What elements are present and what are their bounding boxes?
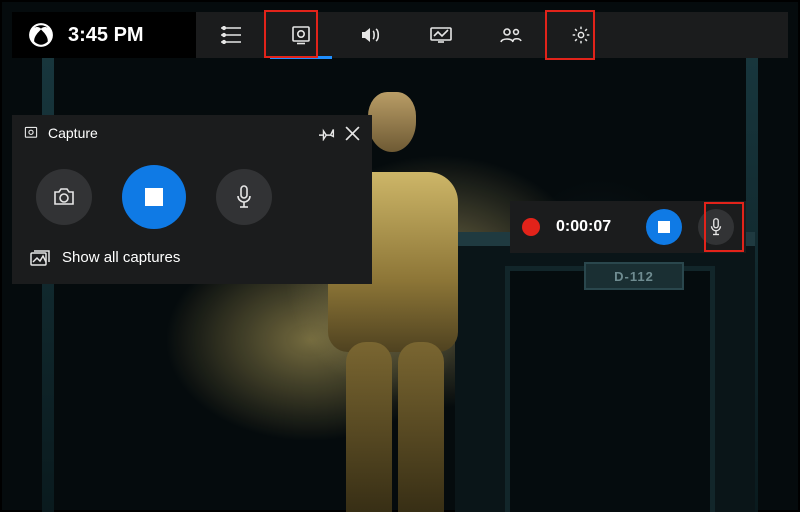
show-all-captures-link[interactable]: Show all captures	[12, 235, 372, 284]
gear-icon	[571, 25, 591, 45]
social-toolbar-button[interactable]	[476, 12, 546, 58]
topbar-icon-row	[196, 12, 616, 58]
recording-timer: 0:00:07	[556, 218, 630, 236]
capture-toolbar-button[interactable]	[266, 12, 336, 58]
microphone-toggle-button[interactable]	[216, 169, 272, 225]
list-icon	[221, 26, 241, 44]
recording-mic-button[interactable]	[698, 209, 734, 245]
recording-stop-button[interactable]	[646, 209, 682, 245]
scene-door-sign: D-112	[584, 262, 684, 290]
capture-icon	[291, 25, 311, 45]
stop-icon	[145, 188, 163, 206]
close-button[interactable]	[345, 126, 360, 141]
record-stop-button[interactable]	[122, 165, 186, 229]
camera-icon	[52, 187, 76, 207]
topbar-clock: 3:45 PM	[68, 24, 144, 47]
capture-widget-title: Capture	[48, 125, 98, 141]
pin-button[interactable]	[319, 125, 335, 141]
gamebar-topbar: 3:45 PM	[12, 12, 788, 58]
show-all-captures-label: Show all captures	[62, 249, 180, 266]
performance-toolbar-button[interactable]	[406, 12, 476, 58]
stop-icon	[658, 221, 670, 233]
recording-indicator-icon	[522, 218, 540, 236]
performance-icon	[430, 27, 452, 43]
people-icon	[499, 27, 523, 43]
screenshot-button[interactable]	[36, 169, 92, 225]
xbox-icon[interactable]	[28, 22, 54, 48]
topbar-brand-area: 3:45 PM	[12, 12, 196, 58]
recording-status-bar: 0:00:07	[510, 201, 746, 253]
gallery-icon	[30, 250, 50, 266]
settings-toolbar-button[interactable]	[546, 12, 616, 58]
capture-icon	[24, 126, 38, 140]
audio-toolbar-button[interactable]	[336, 12, 406, 58]
capture-button-row	[12, 151, 372, 235]
capture-widget-header: Capture	[12, 115, 372, 151]
capture-widget: Capture Show all captures	[12, 115, 372, 284]
widgets-menu-button[interactable]	[196, 12, 266, 58]
microphone-icon	[710, 218, 722, 236]
speaker-icon	[360, 26, 382, 44]
microphone-icon	[236, 185, 252, 209]
